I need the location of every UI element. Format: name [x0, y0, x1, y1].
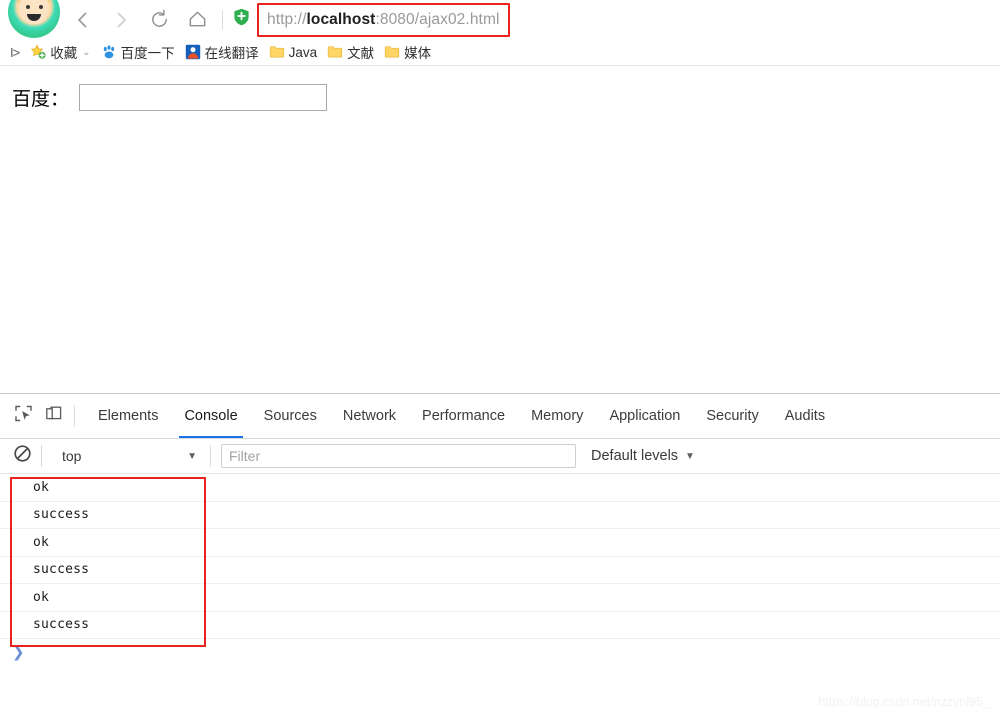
- console-message[interactable]: ok: [0, 529, 1000, 557]
- avatar-eye-right: [39, 5, 43, 9]
- forward-button[interactable]: [102, 1, 140, 39]
- clear-console-icon: [13, 444, 32, 468]
- tab-performance[interactable]: Performance: [409, 394, 518, 438]
- console-message[interactable]: success: [0, 557, 1000, 584]
- console-message[interactable]: success: [0, 612, 1000, 639]
- bookmarks-overflow-icon[interactable]: I>: [8, 45, 25, 60]
- bookmark-item-baidu[interactable]: 百度一下: [96, 41, 180, 63]
- translate-icon: [185, 44, 201, 60]
- console-levels-label: Default levels: [591, 448, 679, 464]
- chevron-down-icon: ▼: [187, 450, 197, 462]
- home-icon: [187, 9, 208, 30]
- console-message-list[interactable]: ok success ok success ok success ❯ https…: [0, 474, 1000, 715]
- url-scheme: http://: [267, 10, 307, 28]
- baidu-search-input[interactable]: [79, 84, 328, 111]
- tab-console[interactable]: Console: [171, 394, 250, 438]
- browser-chrome: http://localhost:8080/ajax02.html I> 收藏 …: [0, 0, 1000, 66]
- folder-icon: [384, 44, 400, 60]
- devtools-panel: Elements Console Sources Network Perform…: [0, 393, 1000, 715]
- bookmark-label: 收藏: [50, 46, 78, 61]
- devtools-tabbar: Elements Console Sources Network Perform…: [0, 394, 1000, 439]
- back-arrow-icon: [73, 10, 93, 30]
- reload-button[interactable]: [140, 1, 178, 39]
- tab-audits[interactable]: Audits: [772, 394, 838, 438]
- console-toolbar: top ▼ Default levels ▼: [0, 439, 1000, 474]
- url-path: :8080/ajax02.html: [375, 10, 500, 28]
- green-shield-icon[interactable]: [233, 8, 250, 31]
- console-message[interactable]: ok: [0, 474, 1000, 502]
- prompt-chevron-icon: ❯: [12, 644, 25, 661]
- bookmark-folder-java[interactable]: Java: [264, 41, 323, 63]
- device-toolbar-icon: [44, 404, 63, 428]
- url-host: localhost: [306, 10, 376, 28]
- console-input-prompt[interactable]: ❯: [0, 639, 1000, 665]
- tab-network[interactable]: Network: [330, 394, 409, 438]
- console-message[interactable]: success: [0, 502, 1000, 529]
- browser-toolbar: http://localhost:8080/ajax02.html: [0, 0, 1000, 39]
- chevron-down-icon[interactable]: ⌄: [82, 47, 90, 58]
- baidu-paw-icon: [101, 44, 117, 60]
- url-text: http://localhost:8080/ajax02.html: [267, 11, 500, 29]
- tab-memory[interactable]: Memory: [518, 394, 596, 438]
- device-toolbar-button[interactable]: [38, 401, 68, 431]
- avatar-eye-left: [26, 5, 30, 9]
- forward-arrow-icon: [111, 10, 131, 30]
- baidu-form-row: 百度：: [12, 84, 1000, 111]
- bookmarks-bar: I> 收藏 ⌄ 百度一下 在线翻译 Java 文献 媒体: [0, 39, 1000, 66]
- omnibox[interactable]: http://localhost:8080/ajax02.html: [229, 1, 1000, 39]
- star-add-icon: [30, 44, 46, 60]
- bookmark-label: 文献: [347, 46, 375, 61]
- tab-elements[interactable]: Elements: [85, 394, 171, 438]
- devtools-divider: [74, 405, 75, 427]
- tab-security[interactable]: Security: [693, 394, 771, 438]
- bookmark-item-favorites[interactable]: 收藏 ⌄: [25, 41, 95, 63]
- chevron-down-icon: ▼: [685, 450, 695, 462]
- toolbar-divider: [222, 9, 223, 30]
- bookmark-folder-media[interactable]: 媒体: [379, 41, 436, 63]
- tab-sources[interactable]: Sources: [251, 394, 330, 438]
- folder-icon: [327, 44, 343, 60]
- address-bar-annotated[interactable]: http://localhost:8080/ajax02.html: [257, 2, 510, 37]
- console-context-selector[interactable]: top ▼: [52, 444, 204, 468]
- inspect-element-icon: [14, 404, 33, 428]
- console-filter-input[interactable]: [221, 444, 576, 468]
- bookmark-label: 百度一下: [120, 46, 175, 61]
- toolbar-divider: [41, 445, 42, 467]
- bookmark-label: 在线翻译: [204, 46, 259, 61]
- baidu-field-label: 百度：: [12, 88, 70, 110]
- bookmark-label: Java: [288, 44, 318, 60]
- tab-application[interactable]: Application: [596, 394, 693, 438]
- reload-icon: [149, 9, 170, 30]
- page-viewport: 百度：: [0, 66, 1000, 393]
- bookmark-folder-literature[interactable]: 文献: [322, 41, 379, 63]
- home-button[interactable]: [178, 1, 216, 39]
- back-button[interactable]: [64, 1, 102, 39]
- folder-icon: [269, 44, 285, 60]
- console-context-value: top: [62, 448, 82, 464]
- clear-console-button[interactable]: [9, 443, 35, 469]
- console-levels-selector[interactable]: Default levels ▼: [591, 448, 695, 464]
- toolbar-divider: [210, 445, 211, 467]
- user-avatar[interactable]: [8, 0, 60, 38]
- bookmark-label: 媒体: [404, 46, 432, 61]
- console-message[interactable]: ok: [0, 584, 1000, 612]
- watermark-text: https://blog.csdn.net/nzzynl95_: [818, 695, 990, 709]
- inspect-element-button[interactable]: [8, 401, 38, 431]
- bookmark-item-translate[interactable]: 在线翻译: [180, 41, 264, 63]
